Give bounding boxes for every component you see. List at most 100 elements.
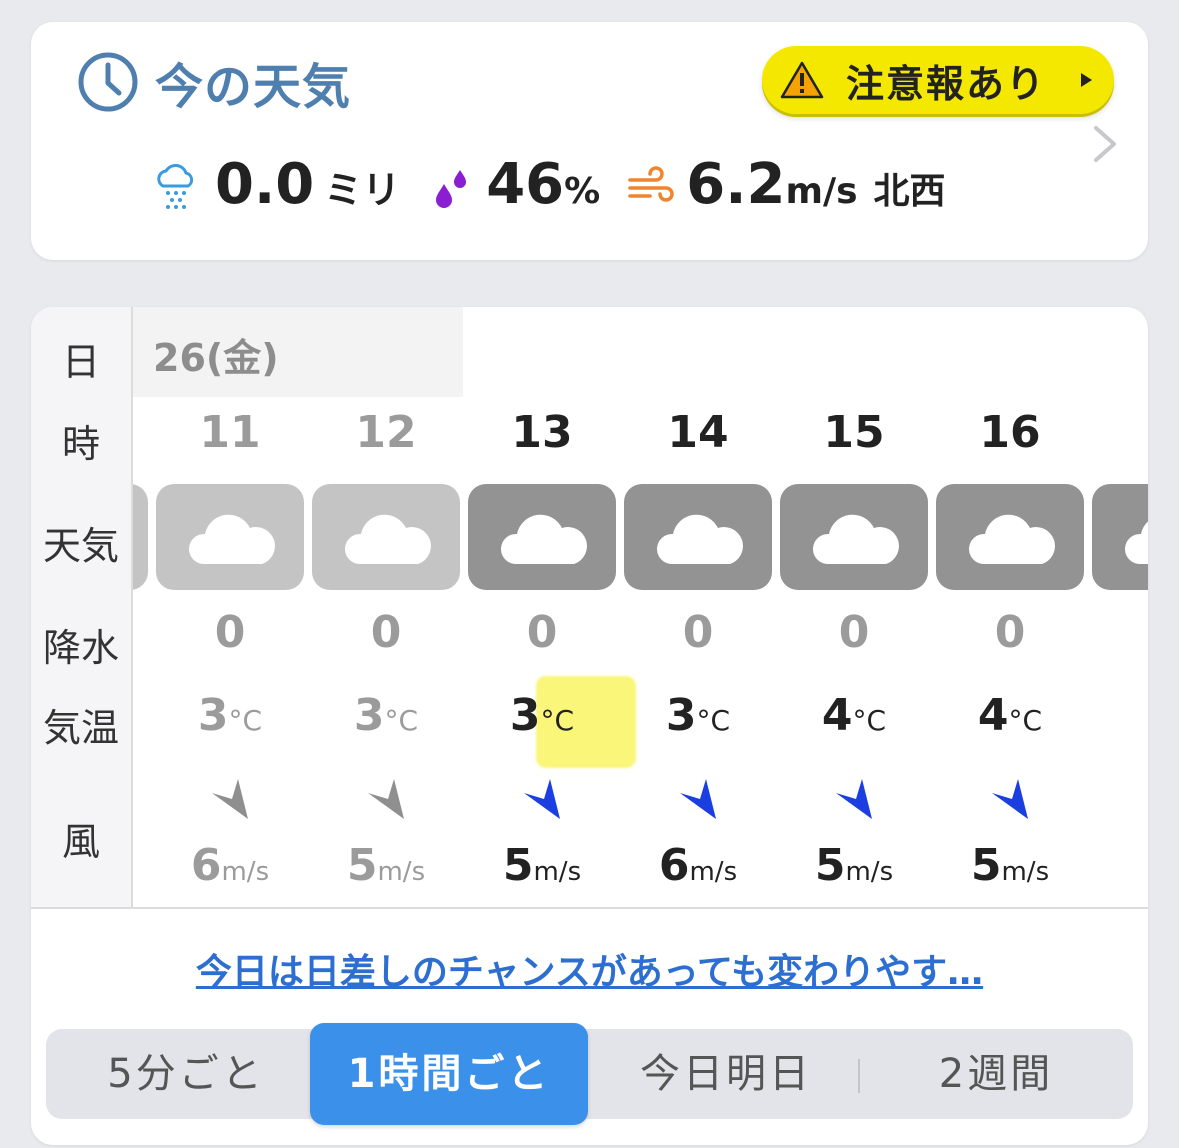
cloud-icon [968, 514, 1055, 564]
wind-speed-value: 5 [970, 840, 1002, 891]
wind-arrow-icon [1144, 773, 1148, 823]
wind-speed-value: 5 [502, 840, 534, 891]
current-weather-header: 今の天気 [77, 52, 351, 115]
temperature: 3°C [467, 690, 617, 741]
wind-direction [935, 773, 1085, 829]
wind-speed-unit: m/s [377, 857, 426, 887]
current-weather-card[interactable]: 今の天気 注意報あり 0.0 ミリ 46 % 6.2 m/s 北西 [31, 22, 1148, 260]
wind-direction [623, 773, 773, 829]
label-temp: 気温 [42, 706, 119, 750]
wind-speed-unit: m/s [845, 857, 894, 887]
cloud-icon [656, 514, 743, 564]
wind-speed-unit: m/s [1001, 857, 1050, 887]
wind-unit: m/s [785, 171, 858, 212]
wind-speed: 5m/s [467, 840, 617, 891]
forecast-date: 26(金) [153, 336, 279, 380]
wind-arrow-icon [680, 779, 716, 819]
precip-value: 0 [682, 607, 714, 658]
wind-direction [1091, 773, 1148, 829]
weather-box [624, 484, 772, 590]
clock-icon [78, 52, 138, 112]
tab-hourly[interactable]: 1時間ごと [310, 1023, 588, 1125]
precip-unit: ミリ [324, 168, 401, 212]
cloud-icon [500, 514, 587, 564]
precip-value: 0 [838, 607, 870, 658]
forecast-comment-link[interactable]: 今日は日差しのチャンスがあっても変わりやす… [31, 943, 1148, 995]
wind-arrow-icon [836, 779, 872, 819]
wind-arrow-icon [212, 779, 248, 819]
label-hour: 時 [61, 422, 100, 466]
hour-label: 16 [979, 407, 1041, 458]
tab-separator [858, 1059, 860, 1093]
wind-direction [155, 773, 305, 829]
temperature: 3°C [311, 690, 461, 741]
cloud-icon [812, 514, 899, 564]
wind-speed: 5 [1091, 840, 1148, 891]
label-day: 日 [61, 340, 100, 384]
wind-speed-unit: m/s [533, 857, 582, 887]
wind-icon [628, 166, 674, 202]
chevron-right-icon[interactable] [1084, 124, 1124, 164]
weather-box [936, 484, 1084, 590]
humidity-value: 46 [486, 152, 565, 217]
temperature-value: 4 [821, 690, 853, 741]
interval-tabs: 5分ごと 1時間ごと 今日明日 2週間 [46, 1023, 1133, 1125]
cloud-icon [1124, 521, 1148, 564]
cloud-icon [188, 514, 275, 564]
temperature-unit: °C [696, 704, 731, 737]
hour-label: 15 [823, 407, 885, 458]
hourly-forecast-card: 26(金) 11 0 3°C 6m/s 12 0 3°C 5m/s 13 0 3°C 5m/s 14 0 3… [31, 307, 1148, 1145]
wind-speed-unit: m/s [221, 857, 270, 887]
temperature-value: 4 [977, 690, 1009, 741]
temperature-unit: °C [1008, 704, 1043, 737]
advisory-label: 注意報あり [846, 61, 1047, 106]
wind-arrow-icon [368, 779, 404, 819]
temperature-value: 3 [197, 690, 229, 741]
wind-speed: 5m/s [779, 840, 929, 891]
hour-label: 12 [355, 407, 417, 458]
label-weather: 天気 [42, 524, 119, 568]
wind-direction [779, 773, 929, 829]
precip-value: 0 [370, 607, 402, 658]
hour-label: 13 [511, 407, 573, 458]
warning-icon [780, 61, 824, 99]
temperature: 3°C [623, 690, 773, 741]
humidity-icon [436, 170, 467, 208]
weather-box [468, 484, 616, 590]
wind-speed: 5m/s [311, 840, 461, 891]
wind-speed: 6m/s [623, 840, 773, 891]
precip-value: 0 [526, 607, 558, 658]
weather-box [312, 484, 460, 590]
wind-speed-value: 6 [658, 840, 690, 891]
hour-label: 14 [667, 407, 729, 458]
tab-today-tomorrow[interactable]: 今日明日 [606, 1029, 846, 1119]
temperature-value: 3 [353, 690, 385, 741]
tab-2weeks[interactable]: 2週間 [876, 1029, 1116, 1119]
temperature: 4°C [779, 690, 929, 741]
precip-value: 0.0 [215, 152, 315, 217]
wind-value: 6.2 [686, 152, 786, 217]
wind-direction [311, 773, 461, 829]
current-stats: 0.0 ミリ 46 % 6.2 m/s 北西 [151, 152, 946, 222]
weather-advisory-button[interactable]: 注意報あり [762, 46, 1114, 114]
row-labels: 日 時 天気 降水 気温 風 [31, 307, 133, 907]
tab-5min[interactable]: 5分ごと [66, 1029, 306, 1119]
weather-box [156, 484, 304, 590]
temperature: 3°C [155, 690, 305, 741]
cloud-icon [344, 514, 431, 564]
temperature-unit: °C [384, 704, 419, 737]
wind-speed-value: 5 [346, 840, 378, 891]
divider [31, 907, 1148, 909]
wind-speed: 6m/s [155, 840, 305, 891]
precip-value: 0 [214, 607, 246, 658]
humidity-unit: % [564, 171, 601, 212]
temperature-unit: °C [540, 704, 575, 737]
wind-speed-unit: m/s [689, 857, 738, 887]
label-precip: 降水 [42, 626, 119, 670]
temperature: 3 [1091, 690, 1148, 741]
wind-speed-value: 6 [190, 840, 222, 891]
label-wind: 風 [61, 820, 100, 864]
current-weather-title: 今の天気 [155, 59, 352, 115]
hour-label: 11 [199, 407, 261, 458]
wind-speed: 5m/s [935, 840, 1085, 891]
